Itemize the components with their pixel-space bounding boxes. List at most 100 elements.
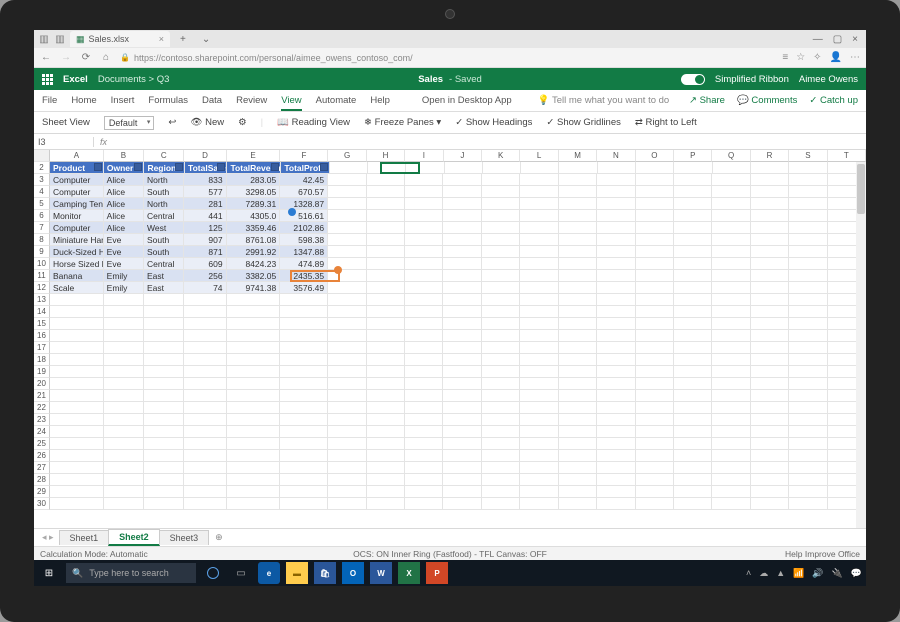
empty-cell[interactable] bbox=[482, 294, 520, 306]
empty-cell[interactable] bbox=[104, 294, 144, 306]
empty-cell[interactable] bbox=[405, 438, 443, 450]
empty-cell[interactable] bbox=[674, 318, 712, 330]
empty-cell[interactable] bbox=[367, 294, 405, 306]
empty-cell[interactable] bbox=[443, 402, 481, 414]
empty-cell[interactable] bbox=[789, 318, 827, 330]
empty-cell[interactable] bbox=[280, 486, 328, 498]
empty-cell[interactable] bbox=[50, 462, 104, 474]
table-cell[interactable]: 256 bbox=[184, 270, 226, 282]
empty-cell[interactable] bbox=[367, 462, 405, 474]
table-cell[interactable]: Computer bbox=[50, 186, 104, 198]
new-tab-button[interactable]: + bbox=[174, 34, 192, 45]
empty-cell[interactable] bbox=[559, 450, 597, 462]
empty-cell[interactable] bbox=[636, 438, 674, 450]
empty-cell[interactable] bbox=[227, 330, 281, 342]
empty-cell[interactable] bbox=[443, 486, 481, 498]
empty-cell[interactable] bbox=[184, 306, 226, 318]
empty-cell[interactable] bbox=[674, 498, 712, 510]
empty-cell[interactable] bbox=[636, 402, 674, 414]
outlook-app-icon[interactable]: O bbox=[342, 562, 364, 584]
empty-cell[interactable] bbox=[712, 414, 750, 426]
empty-cell[interactable] bbox=[144, 474, 184, 486]
empty-cell[interactable] bbox=[789, 462, 827, 474]
empty-cell[interactable] bbox=[636, 414, 674, 426]
word-app-icon[interactable]: W bbox=[370, 562, 392, 584]
empty-cell[interactable] bbox=[280, 366, 328, 378]
empty-cell[interactable] bbox=[280, 498, 328, 510]
column-headers[interactable]: ABCDEFGHIJKLMNOPQRST bbox=[50, 150, 866, 162]
empty-cell[interactable] bbox=[751, 354, 789, 366]
empty-cell[interactable] bbox=[559, 414, 597, 426]
empty-cell[interactable] bbox=[751, 342, 789, 354]
table-header-cell[interactable]: TotalSales bbox=[185, 162, 227, 174]
empty-cell[interactable] bbox=[520, 402, 558, 414]
sheet-view-exit-icon[interactable]: ↩ bbox=[168, 117, 176, 128]
breadcrumb[interactable]: Documents > Q3 bbox=[98, 74, 170, 85]
empty-cell[interactable] bbox=[405, 498, 443, 510]
empty-cell[interactable] bbox=[367, 498, 405, 510]
empty-cell[interactable] bbox=[636, 306, 674, 318]
filter-button-icon[interactable] bbox=[134, 163, 142, 171]
fx-icon[interactable]: fx bbox=[94, 137, 113, 147]
empty-cell[interactable] bbox=[789, 438, 827, 450]
empty-cell[interactable] bbox=[636, 498, 674, 510]
empty-cell[interactable] bbox=[184, 342, 226, 354]
empty-cell[interactable] bbox=[559, 318, 597, 330]
empty-cell[interactable] bbox=[405, 306, 443, 318]
empty-cell[interactable] bbox=[280, 318, 328, 330]
column-header[interactable]: N bbox=[597, 150, 635, 162]
empty-cell[interactable] bbox=[405, 318, 443, 330]
taskbar-search[interactable]: 🔍 Type here to search bbox=[66, 563, 196, 583]
empty-cell[interactable] bbox=[712, 330, 750, 342]
tab-review[interactable]: Review bbox=[236, 95, 267, 106]
row-headers[interactable]: 2345678910111213141516171819202122232425… bbox=[34, 150, 50, 528]
empty-cell[interactable] bbox=[597, 426, 635, 438]
empty-cell[interactable] bbox=[405, 390, 443, 402]
empty-cell[interactable] bbox=[328, 402, 366, 414]
empty-cell[interactable] bbox=[367, 414, 405, 426]
menu-icon[interactable]: ⋯ bbox=[850, 52, 860, 63]
maximize-icon[interactable]: ▢ bbox=[833, 34, 842, 45]
empty-cell[interactable] bbox=[144, 330, 184, 342]
empty-cell[interactable] bbox=[597, 330, 635, 342]
empty-cell[interactable] bbox=[674, 474, 712, 486]
empty-cell[interactable] bbox=[789, 450, 827, 462]
empty-cell[interactable] bbox=[104, 378, 144, 390]
right-to-left-button[interactable]: ⇄ Right to Left bbox=[635, 117, 697, 128]
table-cell[interactable]: 283.05 bbox=[227, 174, 281, 186]
table-cell[interactable]: Miniature Hamster bbox=[50, 234, 104, 246]
empty-cell[interactable] bbox=[482, 462, 520, 474]
empty-cell[interactable] bbox=[405, 366, 443, 378]
help-improve-link[interactable]: Help Improve Office bbox=[785, 549, 860, 559]
name-box[interactable]: I3 bbox=[34, 137, 94, 147]
reader-icon[interactable]: ≡ bbox=[782, 52, 788, 63]
column-header[interactable]: P bbox=[674, 150, 712, 162]
empty-cell[interactable] bbox=[674, 402, 712, 414]
empty-cell[interactable] bbox=[50, 294, 104, 306]
empty-cell[interactable] bbox=[751, 306, 789, 318]
table-cell[interactable]: Emily bbox=[104, 282, 144, 294]
open-in-desktop-button[interactable]: Open in Desktop App bbox=[422, 95, 512, 106]
empty-cell[interactable] bbox=[636, 318, 674, 330]
row-header[interactable]: 22 bbox=[34, 402, 50, 414]
table-cell[interactable]: Computer bbox=[50, 174, 104, 186]
table-cell[interactable]: Alice bbox=[104, 174, 144, 186]
empty-cell[interactable] bbox=[597, 318, 635, 330]
favorite-icon[interactable]: ☆ bbox=[796, 52, 805, 63]
empty-cell[interactable] bbox=[144, 462, 184, 474]
table-cell[interactable]: 907 bbox=[184, 234, 226, 246]
sheet-nav-icon[interactable]: ◂ ▸ bbox=[42, 532, 54, 543]
action-center-icon[interactable]: 💬 bbox=[851, 568, 862, 579]
empty-cell[interactable] bbox=[674, 438, 712, 450]
profile-icon[interactable]: 👤 bbox=[830, 52, 842, 63]
empty-cell[interactable] bbox=[789, 366, 827, 378]
column-header[interactable]: J bbox=[444, 150, 482, 162]
empty-cell[interactable] bbox=[520, 342, 558, 354]
empty-cell[interactable] bbox=[328, 438, 366, 450]
empty-cell[interactable] bbox=[559, 402, 597, 414]
empty-cell[interactable] bbox=[405, 330, 443, 342]
row-header[interactable]: 25 bbox=[34, 438, 50, 450]
empty-cell[interactable] bbox=[559, 390, 597, 402]
empty-cell[interactable] bbox=[597, 366, 635, 378]
empty-cell[interactable] bbox=[104, 498, 144, 510]
